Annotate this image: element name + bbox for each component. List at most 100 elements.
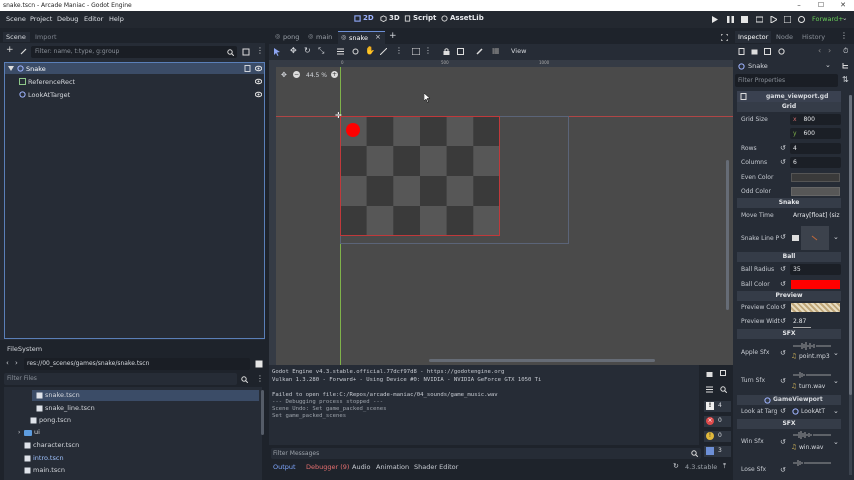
new-resource-icon[interactable] xyxy=(738,48,745,55)
chevron-down-icon[interactable]: ⌄ xyxy=(833,349,839,357)
collapse-icon[interactable] xyxy=(8,66,14,71)
stop-icon[interactable] xyxy=(741,16,748,23)
revert-icon[interactable]: ↺ xyxy=(780,303,786,311)
search-icon[interactable] xyxy=(720,386,727,393)
horizontal-scrollbar[interactable] xyxy=(429,359,655,362)
even-color-swatch[interactable] xyxy=(791,173,840,182)
revert-icon[interactable]: ↺ xyxy=(780,407,786,415)
play-icon[interactable] xyxy=(712,16,718,23)
look-at-target-value[interactable]: LookAtT xyxy=(801,408,825,415)
lock-icon[interactable] xyxy=(443,48,450,55)
group-icon[interactable] xyxy=(457,48,464,55)
more-options-icon[interactable]: ⋮ xyxy=(840,31,848,40)
preview-width-field[interactable]: 2.87 xyxy=(790,316,841,327)
copy-icon[interactable] xyxy=(720,370,727,377)
filter-messages-toggle[interactable]: ! 4 xyxy=(704,401,731,412)
add-node-icon[interactable]: + xyxy=(6,45,14,55)
revert-icon[interactable]: ↺ xyxy=(780,158,786,166)
chevron-down-icon[interactable]: ⌄ xyxy=(833,438,839,446)
tab-history[interactable]: History xyxy=(802,33,825,41)
pan-tool-icon[interactable]: ✋ xyxy=(365,46,375,55)
distraction-free-icon[interactable] xyxy=(721,34,728,41)
tab-snake[interactable]: ◎ snake × xyxy=(338,31,385,44)
vertical-scrollbar[interactable] xyxy=(726,160,729,310)
history-forward-icon[interactable]: › xyxy=(828,46,831,55)
viewport-2d[interactable]: 0 500 1000 ✛ ✥ − 44.5 % + xyxy=(269,60,733,365)
revert-icon[interactable]: ↺ xyxy=(780,349,786,357)
tree-item-lookattarget[interactable]: LookAtTarget xyxy=(5,89,264,100)
grid-snap-icon[interactable]: ⋮ xyxy=(395,46,403,55)
pan-view-icon[interactable]: ✥ xyxy=(281,71,287,79)
close-button[interactable]: ✕ xyxy=(832,0,854,11)
back-icon[interactable]: ‹ xyxy=(6,359,9,367)
tab-import[interactable]: Import xyxy=(35,33,57,41)
revert-icon[interactable]: ↺ xyxy=(780,377,786,385)
tree-item-referencerect[interactable]: ReferenceRect xyxy=(5,76,264,87)
more-options-icon[interactable]: ⋮ xyxy=(256,374,264,383)
revert-icon[interactable]: ↺ xyxy=(780,466,786,474)
filesystem-scrollbar[interactable] xyxy=(261,390,264,435)
section-sfx-2[interactable]: SFX xyxy=(737,419,841,429)
rows-field[interactable]: 4 xyxy=(790,143,841,154)
folder-icon[interactable] xyxy=(792,235,799,241)
output-filter-input[interactable]: Filter Messages xyxy=(271,448,701,459)
select-tool-icon[interactable] xyxy=(274,48,281,56)
collapse-duplicates-icon[interactable] xyxy=(706,386,713,393)
add-tab-icon[interactable]: + xyxy=(389,31,397,41)
tab-inspector[interactable]: Inspector xyxy=(735,31,771,43)
filter-errors-toggle[interactable]: × 0 xyxy=(704,416,731,427)
tab-main[interactable]: ◎ main xyxy=(306,32,336,42)
link-icon[interactable] xyxy=(20,48,27,55)
node-tree-icon[interactable] xyxy=(842,62,849,69)
filter-editor-toggle[interactable]: 3 xyxy=(704,446,731,457)
inspector-options-icon[interactable]: ⇅ xyxy=(842,75,849,84)
file-snake-line-tscn[interactable]: snake_line.tscn xyxy=(45,404,95,412)
play-scene-icon[interactable] xyxy=(770,16,777,23)
preview-width-slider[interactable] xyxy=(793,327,811,328)
split-icon[interactable] xyxy=(255,360,263,368)
menu-editor[interactable]: Editor xyxy=(84,15,103,23)
workspace-2d[interactable]: 2D xyxy=(354,14,374,22)
tab-scene[interactable]: Scene xyxy=(3,32,30,42)
revert-icon[interactable]: ↺ xyxy=(780,317,786,325)
chevron-down-icon[interactable]: ⌄ xyxy=(842,14,847,22)
pause-icon[interactable] xyxy=(727,16,734,23)
chevron-down-icon[interactable]: ⌄ xyxy=(833,377,839,385)
file-pong-tscn[interactable]: pong.tscn xyxy=(39,416,71,424)
movie-icon[interactable] xyxy=(798,16,805,23)
tab-debugger[interactable]: Debugger (9) xyxy=(306,463,349,471)
tab-audio[interactable]: Audio xyxy=(352,463,370,471)
section-preview[interactable]: Preview xyxy=(737,291,841,301)
move-time-array[interactable]: Array[float] (siz xyxy=(790,210,841,221)
section-ball[interactable]: Ball xyxy=(737,252,841,262)
odd-color-swatch[interactable] xyxy=(791,187,840,196)
revert-icon[interactable]: ↺ xyxy=(780,280,786,288)
clear-log-icon[interactable] xyxy=(706,370,713,377)
menu-scene[interactable]: Scene xyxy=(6,15,26,23)
pivot-icon[interactable] xyxy=(352,48,359,55)
menu-debug[interactable]: Debug xyxy=(57,15,78,23)
script-header[interactable]: game_viewport.gd xyxy=(737,91,841,102)
forward-icon[interactable]: › xyxy=(15,359,18,367)
load-resource-icon[interactable] xyxy=(751,48,758,55)
menu-help[interactable]: Help xyxy=(109,15,124,23)
menu-project[interactable]: Project xyxy=(30,15,52,23)
inspected-object[interactable]: Snake xyxy=(748,62,768,70)
play-custom-icon[interactable] xyxy=(784,16,791,23)
chevron-down-icon[interactable]: ⌄ xyxy=(833,233,839,241)
chevron-down-icon[interactable]: ⌄ xyxy=(825,61,831,69)
script-icon[interactable] xyxy=(244,65,251,72)
object-history-icon[interactable]: ⏱ xyxy=(843,47,848,56)
minimize-button[interactable]: – xyxy=(788,0,810,11)
file-snake-tscn[interactable]: snake.tscn xyxy=(45,391,80,399)
save-icon[interactable] xyxy=(764,48,771,55)
tab-shader-editor[interactable]: Shader Editor xyxy=(414,463,458,471)
list-select-icon[interactable] xyxy=(337,48,344,55)
revert-icon[interactable]: ↺ xyxy=(780,233,786,241)
tab-output[interactable]: Output xyxy=(273,463,296,471)
close-tab-icon[interactable]: × xyxy=(375,33,381,41)
revert-icon[interactable]: ↺ xyxy=(780,144,786,152)
extra-options-icon[interactable] xyxy=(778,48,785,55)
revert-icon[interactable]: ↺ xyxy=(780,438,786,446)
maximize-button[interactable]: ☐ xyxy=(810,0,832,11)
